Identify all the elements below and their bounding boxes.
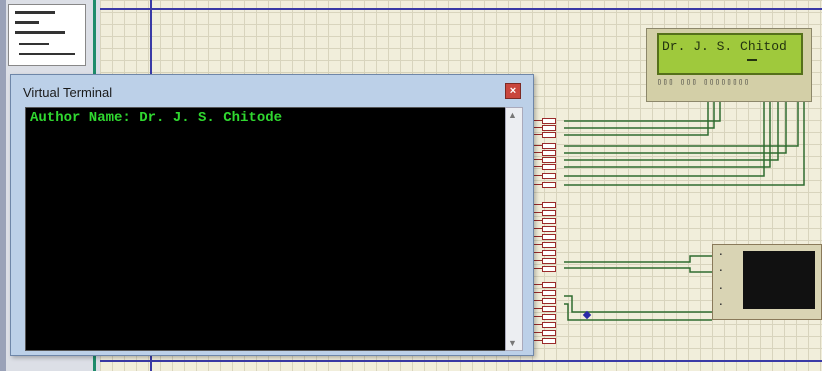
- terminal-scrollbar[interactable]: ▲ ▼: [505, 107, 523, 351]
- window-title: Virtual Terminal: [23, 85, 113, 100]
- virtual-terminal-component-screen: [743, 251, 815, 309]
- lcd-module[interactable]: Dr. J. S. Chitod ▯▯▯ ▯▯▯ ▯▯▯▯▯▯▯▯: [646, 28, 812, 102]
- vtc-pin-rxd: ▪: [719, 251, 723, 258]
- lcd-text: Dr. J. S. Chitod: [662, 39, 787, 54]
- close-icon[interactable]: ×: [505, 83, 521, 99]
- scroll-up-icon[interactable]: ▲: [508, 110, 517, 120]
- mcu-pin-column: [534, 114, 564, 350]
- vtc-pin-cts: ▪: [719, 301, 723, 308]
- scroll-down-icon[interactable]: ▼: [508, 338, 517, 348]
- lcd-cursor: [747, 59, 757, 61]
- vtc-pin-rts: ▪: [719, 285, 723, 292]
- lcd-pin-labels: ▯▯▯ ▯▯▯ ▯▯▯▯▯▯▯▯: [657, 78, 751, 87]
- virtual-terminal-component[interactable]: ▪ ▪ ▪ ▪: [712, 244, 822, 320]
- terminal-output-line: Author Name: Dr. J. S. Chitode: [30, 110, 283, 126]
- vtc-pin-txd: ▪: [719, 267, 723, 274]
- virtual-terminal-window[interactable]: Virtual Terminal × Author Name: Dr. J. S…: [10, 74, 534, 356]
- lcd-screen: Dr. J. S. Chitod: [657, 33, 803, 75]
- virtual-terminal-titlebar[interactable]: Virtual Terminal ×: [11, 75, 533, 105]
- terminal-output-area[interactable]: Author Name: Dr. J. S. Chitode: [25, 107, 511, 351]
